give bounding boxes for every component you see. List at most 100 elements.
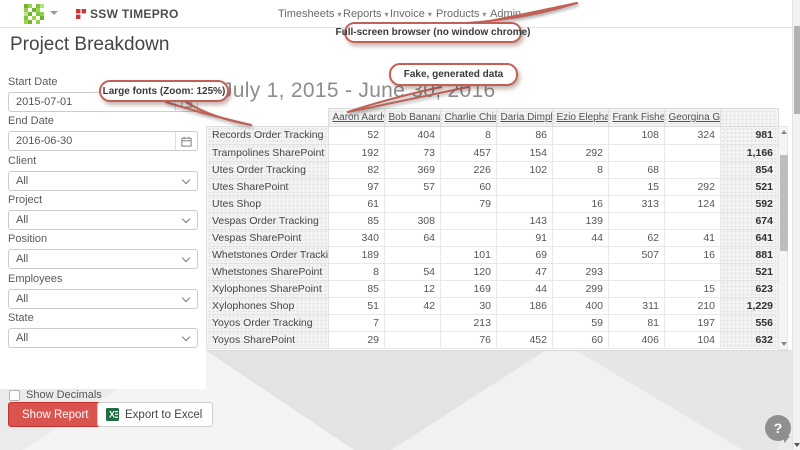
show-report-button[interactable]: Show Report — [8, 402, 102, 427]
chevron-down-icon — [182, 215, 190, 223]
nav-item-invoice[interactable]: Invoice▾ — [390, 8, 432, 20]
value-cell — [553, 246, 609, 263]
show-decimals-checkbox[interactable] — [9, 390, 20, 401]
value-cell: 452 — [497, 331, 553, 348]
page-scrollbar[interactable] — [792, 0, 800, 450]
table-row: Trampolines SharePoint192734571542921,16… — [207, 144, 779, 161]
company-pixel-logo-icon[interactable] — [24, 4, 44, 24]
column-header-bob[interactable]: Bob Banana — [384, 109, 440, 127]
value-cell: 154 — [497, 144, 553, 161]
scroll-down-icon[interactable] — [781, 342, 787, 346]
value-cell: 8 — [329, 263, 385, 280]
table-row: Vespas Order Tracking85308143139674 — [207, 212, 779, 229]
project-name-cell: Whetstones SharePoint — [207, 263, 329, 280]
column-header-frank[interactable]: Frank Fisher — [608, 109, 664, 127]
value-cell: 16 — [665, 246, 721, 263]
select-state[interactable]: All — [8, 328, 198, 348]
value-cell — [609, 280, 665, 297]
column-header-total — [720, 109, 778, 127]
project-name-cell: Utes Shop — [207, 195, 329, 212]
nav-item-label: Invoice — [390, 8, 425, 20]
total-cell: 881 — [721, 246, 779, 263]
filter-value-end-date: 2016-06-30 — [16, 135, 72, 147]
ssw-red-squares-icon — [76, 9, 86, 19]
value-cell: 404 — [385, 127, 441, 144]
table-scrollbar-track[interactable] — [778, 126, 788, 350]
value-cell: 311 — [609, 297, 665, 314]
total-cell: 674 — [721, 212, 779, 229]
value-cell — [609, 212, 665, 229]
value-cell: 12 — [385, 280, 441, 297]
value-cell: 292 — [553, 144, 609, 161]
logo-dropdown-caret-icon[interactable] — [50, 11, 58, 15]
value-cell: 81 — [609, 314, 665, 331]
chevron-down-icon: ▾ — [337, 10, 341, 19]
value-cell: 82 — [329, 161, 385, 178]
value-cell: 15 — [665, 280, 721, 297]
nav-item-label: Admin — [490, 8, 521, 20]
help-button[interactable]: ? — [765, 415, 791, 441]
project-name-cell: Records Order Tracking — [207, 127, 329, 144]
value-cell — [441, 229, 497, 246]
filter-group-client: ClientAll — [8, 155, 198, 191]
chevron-down-icon: ▾ — [428, 10, 432, 19]
column-header-aaron[interactable]: Aaron Aardva... — [328, 109, 384, 127]
calendar-icon[interactable] — [175, 132, 197, 150]
callout-text: Large fonts (Zoom: 125%) — [103, 86, 226, 97]
column-header-georgina[interactable]: Georgina Gir... — [664, 109, 720, 127]
value-cell: 293 — [553, 263, 609, 280]
nav-item-products[interactable]: Products▾ — [436, 8, 486, 20]
select-position[interactable]: All — [8, 249, 198, 269]
value-cell: 143 — [497, 212, 553, 229]
header-project-column — [206, 109, 328, 127]
select-client[interactable]: All — [8, 171, 198, 191]
filter-value-client: All — [16, 175, 28, 187]
callout-text: Full-screen browser (no window chrome) — [335, 27, 530, 38]
chevron-down-icon — [182, 293, 190, 301]
table-row: Vespas SharePoint3406491446241641 — [207, 229, 779, 246]
table-scrollbar[interactable] — [778, 108, 788, 350]
value-cell: 62 — [609, 229, 665, 246]
column-header-daria[interactable]: Daria Dimples — [496, 109, 552, 127]
filter-group-end-date: End Date2016-06-30 — [8, 115, 198, 151]
app-brand[interactable]: SSW TIMEPRO — [76, 7, 179, 21]
export-to-excel-label: Export to Excel — [125, 409, 202, 421]
svg-text:X: X — [109, 410, 115, 420]
total-cell: 641 — [721, 229, 779, 246]
value-cell: 44 — [497, 280, 553, 297]
column-header-ezio[interactable]: Ezio Elephant — [552, 109, 608, 127]
nav-item-admin[interactable]: Admin — [490, 8, 521, 20]
export-to-excel-button[interactable]: X Export to Excel — [97, 402, 213, 427]
value-cell — [665, 161, 721, 178]
scroll-up-icon[interactable] — [781, 130, 787, 134]
select-employees[interactable]: All — [8, 289, 198, 309]
date-input-end-date[interactable]: 2016-06-30 — [8, 131, 198, 151]
value-cell — [441, 212, 497, 229]
table-scrollbar-handle[interactable] — [780, 155, 788, 251]
table-row: Utes SharePoint97576015292521 — [207, 178, 779, 195]
nav-item-reports[interactable]: Reports▾ — [343, 8, 389, 20]
value-cell: 210 — [665, 297, 721, 314]
table-row: Whetstones Order Tracking189101695071688… — [207, 246, 779, 263]
value-cell: 69 — [497, 246, 553, 263]
show-decimals-option[interactable]: Show Decimals — [9, 389, 102, 401]
nav-item-timesheets[interactable]: Timesheets▾ — [278, 8, 341, 20]
value-cell: 120 — [441, 263, 497, 280]
value-cell — [385, 314, 441, 331]
nav-item-label: Reports — [343, 8, 382, 20]
project-name-cell: Utes Order Tracking — [207, 161, 329, 178]
column-header-charlie[interactable]: Charlie Chimp — [440, 109, 496, 127]
select-project[interactable]: All — [8, 210, 198, 230]
project-name-cell: Yoyos Order Tracking — [207, 314, 329, 331]
value-cell — [553, 127, 609, 144]
value-cell: 73 — [385, 144, 441, 161]
callout-text: Fake, generated data — [404, 69, 503, 80]
value-cell — [609, 144, 665, 161]
page-scroll-down-icon[interactable] — [794, 443, 800, 447]
page-scrollbar-handle[interactable] — [794, 26, 800, 114]
value-cell: 369 — [385, 161, 441, 178]
value-cell: 169 — [441, 280, 497, 297]
value-cell: 86 — [497, 127, 553, 144]
value-cell: 85 — [329, 280, 385, 297]
chevron-down-icon — [182, 333, 190, 341]
